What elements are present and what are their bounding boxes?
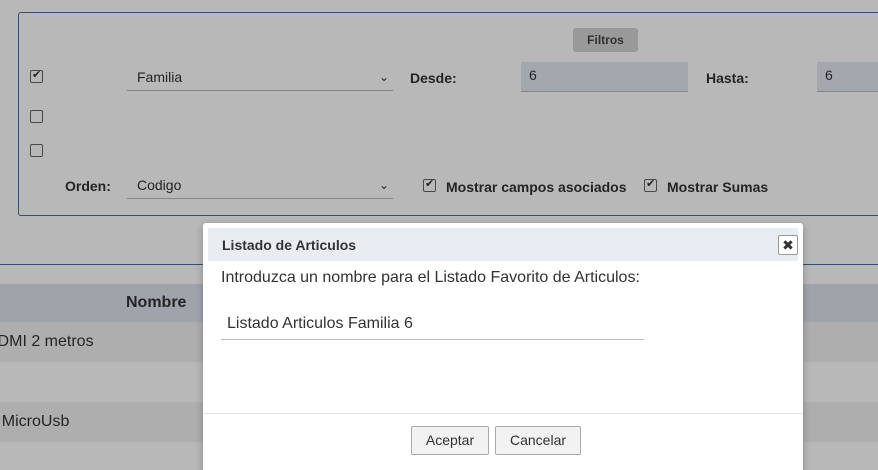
dialog-header: Listado de Articulos ✖ [208, 228, 798, 261]
dialog-title: Listado de Articulos [222, 237, 357, 253]
close-icon[interactable]: ✖ [778, 235, 798, 255]
list-name-input[interactable]: Listado Articulos Familia 6 [221, 310, 644, 340]
dialog-message: Introduzca un nombre para el Listado Fav… [221, 269, 640, 286]
cancel-button[interactable]: Cancelar [495, 426, 581, 455]
dialog-footer-divider [203, 413, 803, 414]
favorite-list-dialog: Listado de Articulos ✖ Introduzca un nom… [203, 223, 803, 470]
accept-button[interactable]: Aceptar [411, 426, 489, 455]
